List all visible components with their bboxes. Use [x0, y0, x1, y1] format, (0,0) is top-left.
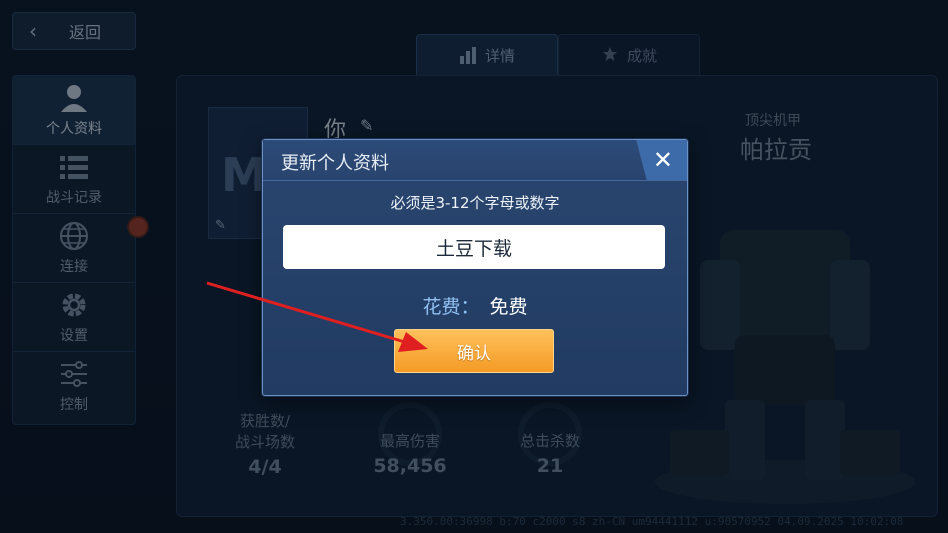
cost-label: 花费：: [422, 296, 480, 318]
confirm-button[interactable]: 确认: [394, 329, 554, 373]
dialog-header: 更新个人资料 ✕: [263, 140, 687, 181]
name-input[interactable]: [283, 225, 665, 269]
update-profile-dialog: 更新个人资料 ✕ 必须是3-12个字母或数字 花费： 免费 确认: [262, 139, 688, 396]
cost-value: 免费: [489, 296, 528, 318]
close-button[interactable]: ✕: [636, 140, 687, 180]
input-hint: 必须是3-12个字母或数字: [390, 194, 560, 212]
cost-row: 花费： 免费: [263, 292, 687, 319]
close-icon: ✕: [652, 146, 673, 174]
dialog-title: 更新个人资料: [281, 153, 389, 174]
